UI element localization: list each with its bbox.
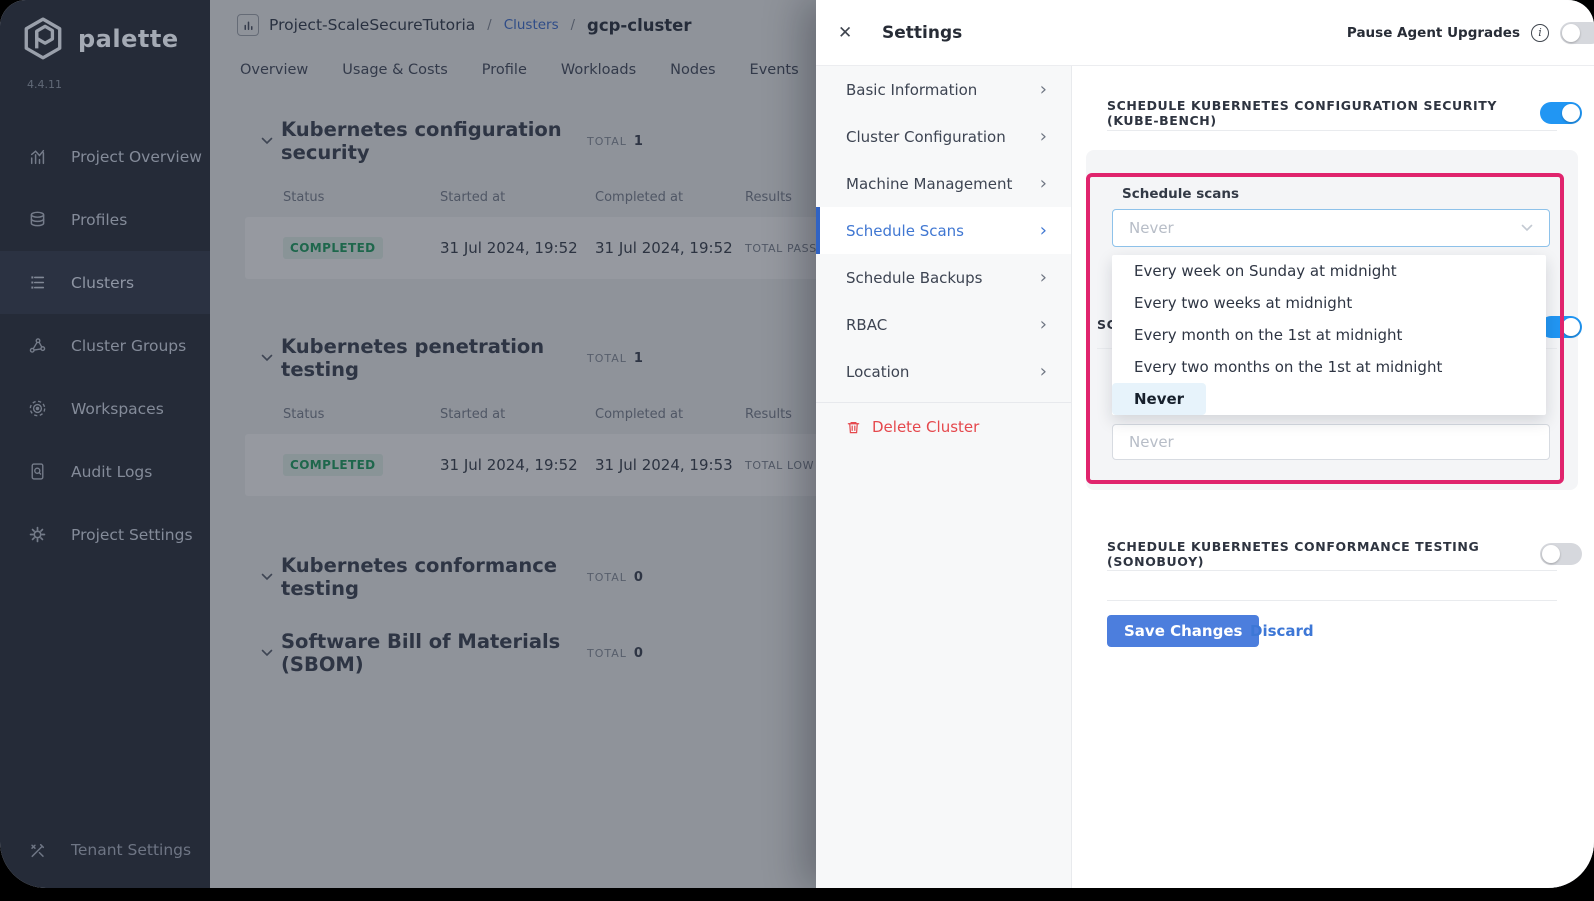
chevron-right-icon: ›	[1040, 316, 1047, 334]
sidebar-item-audit-logs[interactable]: Audit Logs	[0, 440, 210, 503]
sonobuoy-row: SCHEDULE KUBERNETES CONFORMANCE TESTING …	[1107, 540, 1582, 568]
schedule-scans-select[interactable]: Never	[1112, 209, 1550, 247]
settings-nav-item[interactable]: Schedule Scans ›	[816, 207, 1071, 254]
divider	[1107, 130, 1557, 131]
clusters-icon	[28, 273, 47, 292]
cluster-groups-icon	[28, 336, 47, 355]
sidebar-item-tenant-settings[interactable]: Tenant Settings	[0, 824, 210, 876]
chevron-right-icon: ›	[1040, 222, 1047, 240]
info-icon[interactable]: i	[1531, 24, 1549, 42]
sidebar-item-workspaces[interactable]: Workspaces	[0, 377, 210, 440]
dropdown-option[interactable]: Every two months on the 1st at midnight	[1112, 351, 1546, 383]
pause-agent-upgrades-label: Pause Agent Upgrades	[1347, 25, 1520, 41]
app-window: palette 4.4.11 Project Overview Profiles…	[0, 0, 1594, 888]
chevron-right-icon: ›	[1040, 363, 1047, 381]
workspaces-icon	[28, 399, 47, 418]
schedule-scans-label: Schedule scans	[1122, 186, 1239, 202]
settings-panel: ✕ Settings Pause Agent Upgrades i Basic …	[816, 0, 1594, 888]
discard-button[interactable]: Discard	[1250, 622, 1314, 640]
brand-row: palette	[0, 0, 210, 62]
settings-nav-item[interactable]: Basic Information ›	[816, 66, 1071, 113]
sidebar: palette 4.4.11 Project Overview Profiles…	[0, 0, 210, 888]
brand-name: palette	[78, 25, 179, 53]
settings-nav: Basic Information › Cluster Configuratio…	[816, 66, 1072, 888]
dropdown-option[interactable]: Every month on the 1st at midnight	[1112, 319, 1546, 351]
sidebar-item-clusters[interactable]: Clusters	[0, 251, 210, 314]
sonobuoy-label: SCHEDULE KUBERNETES CONFORMANCE TESTING …	[1107, 539, 1540, 569]
sidebar-item-project-overview[interactable]: Project Overview	[0, 125, 210, 188]
settings-title: Settings	[882, 23, 962, 43]
project-settings-icon	[28, 525, 47, 544]
settings-nav-item[interactable]: Cluster Configuration ›	[816, 113, 1071, 160]
sidebar-menu: Project Overview Profiles Clusters Clust…	[0, 125, 210, 566]
sidebar-item-cluster-groups[interactable]: Cluster Groups	[0, 314, 210, 377]
sidebar-item-profiles[interactable]: Profiles	[0, 188, 210, 251]
schedule-scans-dropdown-menu: Every week on Sunday at midnight Every t…	[1112, 255, 1546, 415]
divider	[1107, 570, 1557, 571]
kube-bench-toggle[interactable]	[1540, 102, 1582, 124]
kube-hunter-toggle[interactable]	[1540, 316, 1582, 338]
profiles-icon	[28, 210, 47, 229]
tenant-settings-icon	[28, 841, 47, 860]
dropdown-option[interactable]: Every week on Sunday at midnight	[1112, 255, 1546, 287]
sonobuoy-toggle[interactable]	[1540, 543, 1582, 565]
trash-icon	[846, 420, 861, 435]
palette-logo-icon	[20, 16, 66, 62]
settings-nav-item[interactable]: Schedule Backups ›	[816, 254, 1071, 301]
schedule-scans-select-secondary[interactable]: Never	[1112, 424, 1550, 460]
chevron-right-icon: ›	[1040, 128, 1047, 146]
divider	[1107, 600, 1557, 601]
settings-nav-item[interactable]: Machine Management ›	[816, 160, 1071, 207]
chevron-down-icon	[1521, 224, 1533, 232]
dropdown-option[interactable]: Never	[1112, 383, 1206, 415]
app-version: 4.4.11	[0, 62, 210, 91]
project-overview-icon	[28, 147, 47, 166]
pause-agent-upgrades-toggle[interactable]	[1560, 22, 1594, 44]
schedule-scans-content: SCHEDULE KUBERNETES CONFIGURATION SECURI…	[1072, 66, 1594, 888]
kube-bench-row: SCHEDULE KUBERNETES CONFIGURATION SECURI…	[1107, 99, 1582, 127]
settings-header: ✕ Settings Pause Agent Upgrades i	[816, 0, 1594, 66]
delete-cluster-button[interactable]: Delete Cluster	[816, 403, 1071, 451]
kube-bench-label: SCHEDULE KUBERNETES CONFIGURATION SECURI…	[1107, 98, 1540, 128]
close-icon[interactable]: ✕	[838, 23, 882, 43]
save-changes-button[interactable]: Save Changes	[1107, 615, 1259, 647]
chevron-right-icon: ›	[1040, 175, 1047, 193]
settings-nav-item[interactable]: RBAC ›	[816, 301, 1071, 348]
audit-logs-icon	[28, 462, 47, 481]
dropdown-option[interactable]: Every two weeks at midnight	[1112, 287, 1546, 319]
chevron-right-icon: ›	[1040, 81, 1047, 99]
chevron-right-icon: ›	[1040, 269, 1047, 287]
settings-nav-item[interactable]: Location ›	[816, 348, 1071, 395]
sidebar-item-project-settings[interactable]: Project Settings	[0, 503, 210, 566]
